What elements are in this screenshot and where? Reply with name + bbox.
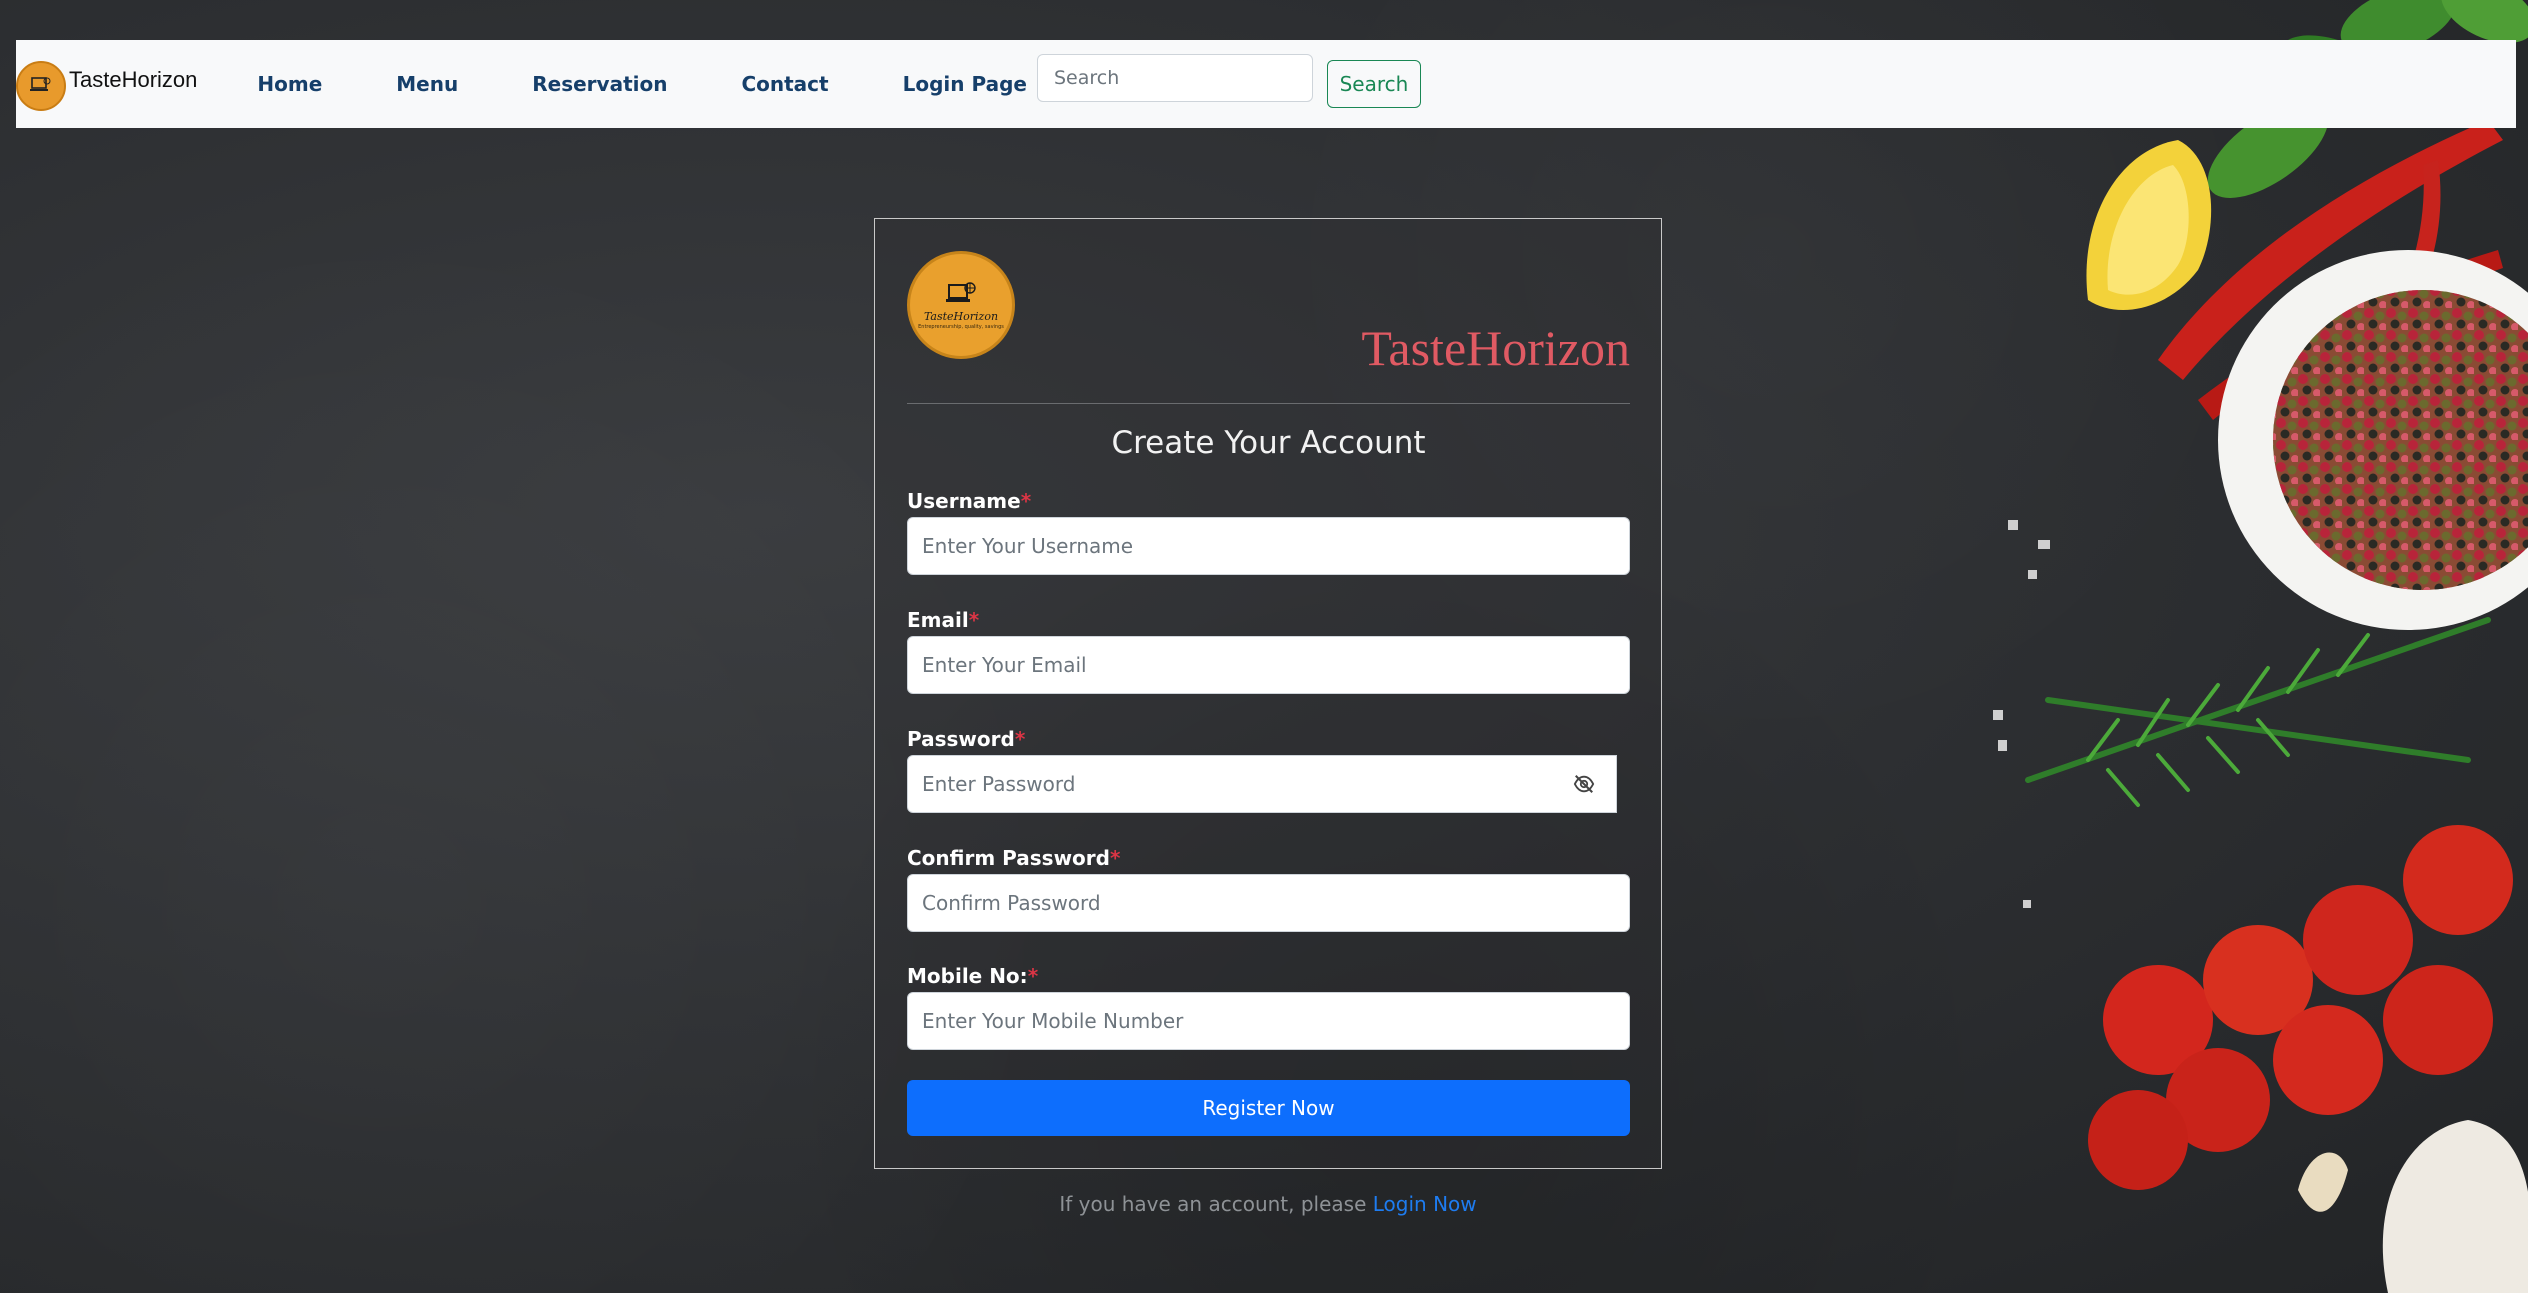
brand-name: TasteHorizon xyxy=(69,67,198,92)
email-label: Email* xyxy=(907,608,980,632)
top-navbar: TasteHorizon Home Menu Reservation Conta… xyxy=(16,40,2516,128)
card-logo-name: TasteHorizon xyxy=(923,309,999,323)
username-field: Username* xyxy=(907,487,1630,575)
card-brand-title: TasteHorizon xyxy=(1361,320,1630,376)
mobile-input[interactable] xyxy=(907,992,1630,1050)
card-divider xyxy=(907,403,1630,404)
register-card: TasteHorizon Entrepreneurship, quality, … xyxy=(874,218,1662,1169)
required-marker: * xyxy=(1109,846,1121,870)
password-field: Password* xyxy=(907,725,1630,813)
required-marker: * xyxy=(1027,964,1039,988)
nav-link-reservation[interactable]: Reservation xyxy=(532,72,667,96)
password-label: Password* xyxy=(907,727,1026,751)
confirm-password-field: Confirm Password* xyxy=(907,844,1630,932)
register-now-button[interactable]: Register Now xyxy=(907,1080,1630,1136)
food-decoration-image xyxy=(1993,0,2528,1293)
confirm-password-input[interactable] xyxy=(907,874,1630,932)
username-input[interactable] xyxy=(907,517,1630,575)
card-logo-tagline: Entrepreneurship, quality, savings xyxy=(918,323,1004,330)
required-marker: * xyxy=(968,608,980,632)
nav-link-contact[interactable]: Contact xyxy=(741,72,828,96)
laptop-globe-icon xyxy=(946,281,976,302)
required-marker: * xyxy=(1014,727,1026,751)
login-prompt: If you have an account, please Login Now xyxy=(874,1192,1662,1216)
search-input[interactable] xyxy=(1036,54,1313,102)
email-input[interactable] xyxy=(907,636,1630,694)
mobile-field: Mobile No:* xyxy=(907,962,1630,1050)
nav-link-login-page[interactable]: Login Page xyxy=(903,72,1027,96)
eye-slash-icon[interactable] xyxy=(1573,773,1595,795)
card-logo: TasteHorizon Entrepreneurship, quality, … xyxy=(907,251,1015,359)
brand-link[interactable]: TasteHorizon xyxy=(16,57,197,111)
brand-logo-icon xyxy=(16,61,66,111)
password-input[interactable] xyxy=(907,755,1617,813)
search-button[interactable]: Search xyxy=(1326,60,1421,108)
nav-links: Home Menu Reservation Contact Login Page xyxy=(257,72,1037,96)
login-now-link[interactable]: Login Now xyxy=(1373,1192,1477,1216)
email-field: Email* xyxy=(907,606,1630,694)
password-input-group xyxy=(907,755,1617,813)
username-label: Username* xyxy=(907,489,1032,513)
login-prompt-text: If you have an account, please xyxy=(1059,1192,1373,1216)
confirm-password-label: Confirm Password* xyxy=(907,846,1121,870)
form-title: Create Your Account xyxy=(1111,425,1426,461)
mobile-label: Mobile No:* xyxy=(907,964,1039,988)
required-marker: * xyxy=(1020,489,1032,513)
nav-link-menu[interactable]: Menu xyxy=(396,72,458,96)
nav-link-home[interactable]: Home xyxy=(257,72,322,96)
